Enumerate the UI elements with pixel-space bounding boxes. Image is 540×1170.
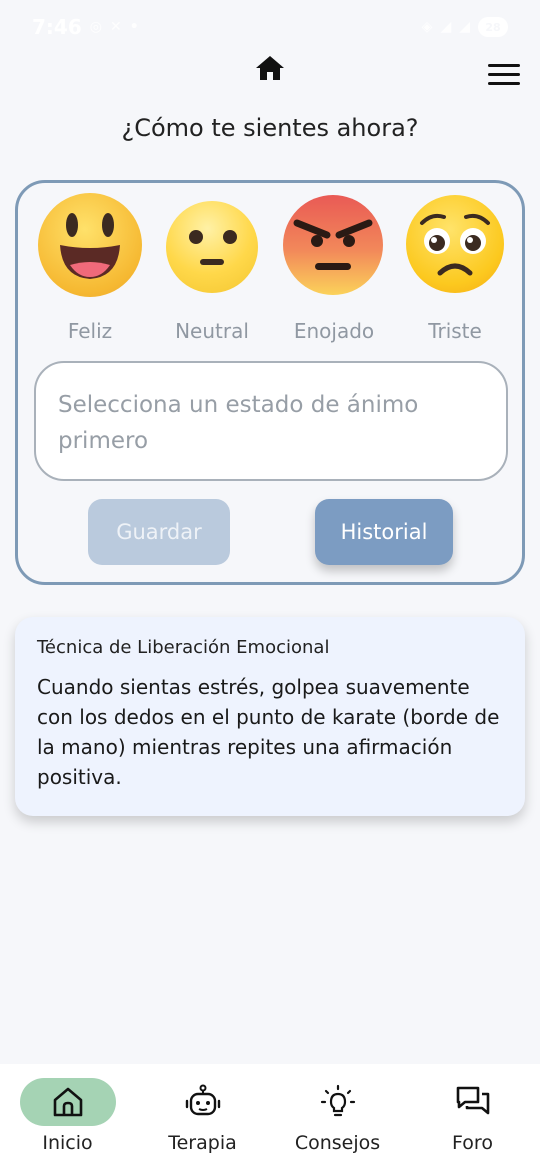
history-button[interactable]: Historial [315,499,453,565]
lightbulb-icon [320,1084,356,1120]
nav-item-consejos[interactable]: Consejos [270,1064,405,1170]
angry-emoji-icon[interactable] [283,195,383,295]
mood-label-feliz[interactable]: Feliz [30,319,150,343]
robot-icon [185,1084,221,1120]
mood-note-input[interactable]: Selecciona un estado de ánimo primero [34,361,508,481]
battery-icon: 28 [478,17,508,37]
forum-icon [455,1084,491,1120]
save-button[interactable]: Guardar [88,499,230,565]
page-title: ¿Cómo te sientes ahora? [121,114,419,142]
nav-label-consejos: Consejos [294,1132,381,1154]
dot-icon: • [129,19,139,35]
nav-item-foro[interactable]: Foro [405,1064,540,1170]
sad-emoji-icon[interactable] [406,195,504,293]
bottom-navigation: Inicio Terapia Consejos Foro [0,1064,540,1170]
tip-title: Técnica de Liberación Emocional [37,637,330,658]
home-icon[interactable] [255,54,285,82]
home-outline-icon [50,1084,86,1120]
status-time: 7:46 [32,15,82,39]
mood-note-placeholder: Selecciona un estado de ánimo primero [58,392,419,454]
tip-card: Técnica de Liberación Emocional Cuando s… [15,617,525,816]
nav-label-inicio: Inicio [42,1132,93,1154]
mood-label-triste[interactable]: Triste [395,319,515,343]
wifi-icon: ◢ [440,19,452,35]
nav-item-inicio[interactable]: Inicio [0,1064,135,1170]
whatsapp-icon: ◎ [89,19,102,35]
mood-card: Feliz Neutral Enojado Triste Selecciona … [15,180,525,585]
nav-label-terapia: Terapia [168,1132,237,1154]
signal-icon: ◢ [459,19,470,35]
vibrate-icon: ◈ [421,19,433,35]
menu-icon[interactable] [488,64,520,88]
mood-label-enojado[interactable]: Enojado [274,319,394,343]
happy-emoji-icon[interactable] [38,193,142,297]
tip-body: Cuando sientas estrés, golpea suavemente… [37,675,500,789]
notification-icon: ✕ [109,19,122,35]
neutral-emoji-icon[interactable] [166,201,258,293]
mood-label-neutral[interactable]: Neutral [152,319,272,343]
nav-label-foro: Foro [452,1132,493,1154]
status-bar: 7:46 ◎ ✕ • ◈ ◢ ◢ 28 [0,0,540,54]
nav-item-terapia[interactable]: Terapia [135,1064,270,1170]
